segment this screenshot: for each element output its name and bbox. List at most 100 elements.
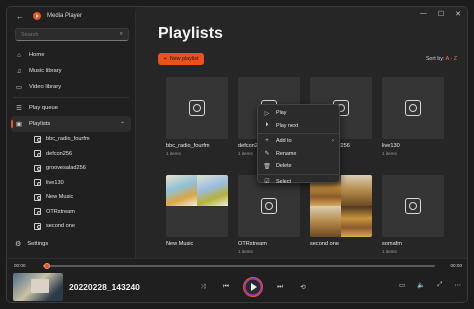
playlist-thumbnail[interactable]	[166, 175, 228, 237]
previous-button[interactable]: ⏮	[220, 281, 232, 293]
playlist-name: live130	[382, 143, 400, 149]
now-playing-thumbnail[interactable]	[13, 273, 63, 301]
shuffle-button[interactable]: ⤨	[197, 281, 209, 293]
trash-icon: 🗑	[263, 163, 271, 170]
sidebar-playlist-item[interactable]: groovesalad256	[7, 161, 135, 176]
nav-item-home[interactable]: ⌂ Home	[7, 47, 135, 63]
search-box[interactable]: ⌕	[15, 28, 129, 41]
maximize-button[interactable]: ☐	[438, 10, 444, 18]
home-icon: ⌂	[17, 51, 21, 59]
nav-menu: ⌂ Home ♫ Music library ▭ Video library ☰…	[7, 47, 135, 234]
nav-item-music-library[interactable]: ♫ Music library	[7, 63, 135, 79]
sidebar: ← Media Player ⌕ ⌂ Home ♫ Music library …	[7, 7, 135, 258]
nav-label-home: Home	[29, 52, 45, 58]
nav-label-video-library: Video library	[29, 84, 62, 90]
nav-item-video-library[interactable]: ▭ Video library	[7, 79, 135, 95]
menu-label-play-next: Play next	[276, 122, 299, 129]
menu-item-add-to[interactable]: + Add to ›	[258, 135, 339, 148]
menu-label-add-to: Add to	[276, 138, 292, 145]
repeat-button[interactable]: ⟲	[297, 281, 309, 293]
sidebar-playlist-item[interactable]: live130	[7, 176, 135, 191]
page-title: Playlists	[158, 25, 223, 42]
playlist-thumbnail[interactable]	[166, 77, 228, 139]
playlist-icon	[405, 100, 421, 116]
sidebar-playlist-item[interactable]: bbc_radio_fourfm	[7, 132, 135, 147]
nav-label-play-queue: Play queue	[29, 105, 59, 111]
playlist-icon	[34, 164, 41, 172]
album-art-image	[341, 175, 372, 206]
miniplayer-icon[interactable]: ▭	[399, 281, 405, 289]
player-bar: 00:00 00:00 20220228_143240 ⤨ ⏮ ⏭ ⟲ ▭ 🔈 …	[7, 258, 467, 302]
playlist-icon	[189, 100, 205, 116]
playlist-name: OTRstream	[238, 241, 267, 247]
nav-item-play-queue[interactable]: ☰ Play queue	[7, 100, 135, 116]
search-icon[interactable]: ⌕	[120, 31, 123, 38]
playlist-name: somafm	[382, 241, 402, 247]
playlist-icon	[261, 198, 277, 214]
playlist-name: second one	[310, 241, 339, 247]
search-input[interactable]	[21, 31, 111, 38]
next-button[interactable]: ⏭	[274, 281, 286, 293]
playlist-count: 1 items	[382, 151, 397, 156]
minimize-button[interactable]: —	[420, 10, 427, 18]
playlist-icon	[34, 208, 41, 216]
sidebar-playlist-item[interactable]: defcon256	[7, 147, 135, 162]
nav-item-settings[interactable]: ⚙ Settings	[15, 240, 48, 248]
title-bar: ← Media Player	[7, 7, 135, 25]
playlist-icon	[34, 193, 41, 201]
menu-item-play[interactable]: ▷ Play	[258, 107, 339, 120]
sort-by-dropdown[interactable]: Sort by: A - Z	[426, 56, 457, 62]
media-player-window: ← Media Player ⌕ ⌂ Home ♫ Music library …	[6, 6, 468, 303]
sidebar-playlist-item[interactable]: New Music	[7, 190, 135, 205]
sidebar-playlist-label: bbc_radio_fourfm	[46, 136, 90, 143]
rename-icon: ✎	[264, 151, 270, 158]
menu-label-play: Play	[276, 110, 287, 117]
context-menu: ▷ Play ⏵ Play next + Add to › ✎ Rename 🗑…	[257, 104, 340, 185]
playlist-card[interactable]: New Music	[166, 175, 228, 249]
playlist-count: 1 items	[382, 249, 397, 254]
repeat-icon: ⟲	[300, 284, 306, 291]
sidebar-playlist-label: OTRstream	[46, 208, 75, 215]
menu-item-rename[interactable]: ✎ Rename	[258, 148, 339, 161]
sidebar-playlist-label: New Music	[46, 194, 74, 201]
nav-item-playlists[interactable]: ▣ Playlists ⌃	[11, 116, 131, 132]
playback-controls: ⤨ ⏮ ⏭ ⟲	[197, 276, 309, 298]
now-playing-title[interactable]: 20220228_143240	[69, 282, 140, 292]
menu-item-delete[interactable]: 🗑 Delete	[258, 160, 339, 173]
seek-bar[interactable]	[43, 263, 435, 269]
play-next-icon: ⏵	[265, 122, 269, 129]
new-playlist-button[interactable]: + New playlist	[158, 53, 204, 65]
fullscreen-icon[interactable]: ⤢	[437, 281, 442, 289]
play-icon: ▷	[264, 110, 270, 117]
playlist-icon	[34, 179, 41, 187]
playlist-card[interactable]: bbc_radio_fourfm 1 items	[166, 77, 228, 156]
menu-divider	[258, 133, 339, 134]
playlist-icon	[34, 222, 41, 230]
gear-icon: ⚙	[15, 241, 22, 248]
volume-icon[interactable]: 🔈	[417, 281, 425, 289]
sidebar-playlist-item[interactable]: second one	[7, 219, 135, 234]
playlist-name: bbc_radio_fourfm	[166, 143, 210, 149]
chevron-up-icon[interactable]: ⌃	[120, 121, 125, 128]
sidebar-playlist-label: defcon256	[46, 150, 73, 157]
total-time: 00:00	[450, 263, 463, 268]
new-playlist-label: New playlist	[169, 56, 199, 62]
playlist-card[interactable]: live130 1 items	[382, 77, 444, 156]
seek-handle[interactable]	[43, 263, 50, 269]
album-art-image	[310, 206, 341, 237]
menu-item-play-next[interactable]: ⏵ Play next	[258, 120, 339, 133]
playlist-card[interactable]: somafm 1 items	[382, 175, 444, 254]
sidebar-playlist-label: groovesalad256	[46, 165, 86, 172]
playlist-icon	[405, 198, 421, 214]
playlist-icon: ▣	[15, 121, 23, 128]
back-arrow-icon[interactable]: ←	[13, 9, 27, 23]
chevron-right-icon: ›	[332, 138, 334, 145]
close-button[interactable]: ✕	[455, 10, 461, 18]
playlist-thumbnail[interactable]	[382, 77, 444, 139]
app-title: Media Player	[47, 13, 83, 19]
sidebar-playlist-item[interactable]: OTRstream	[7, 205, 135, 220]
menu-item-select[interactable]: ☑ Select	[258, 176, 339, 189]
more-options-icon[interactable]: ⋯	[455, 281, 462, 289]
playlist-thumbnail[interactable]	[382, 175, 444, 237]
play-button[interactable]	[243, 277, 263, 297]
